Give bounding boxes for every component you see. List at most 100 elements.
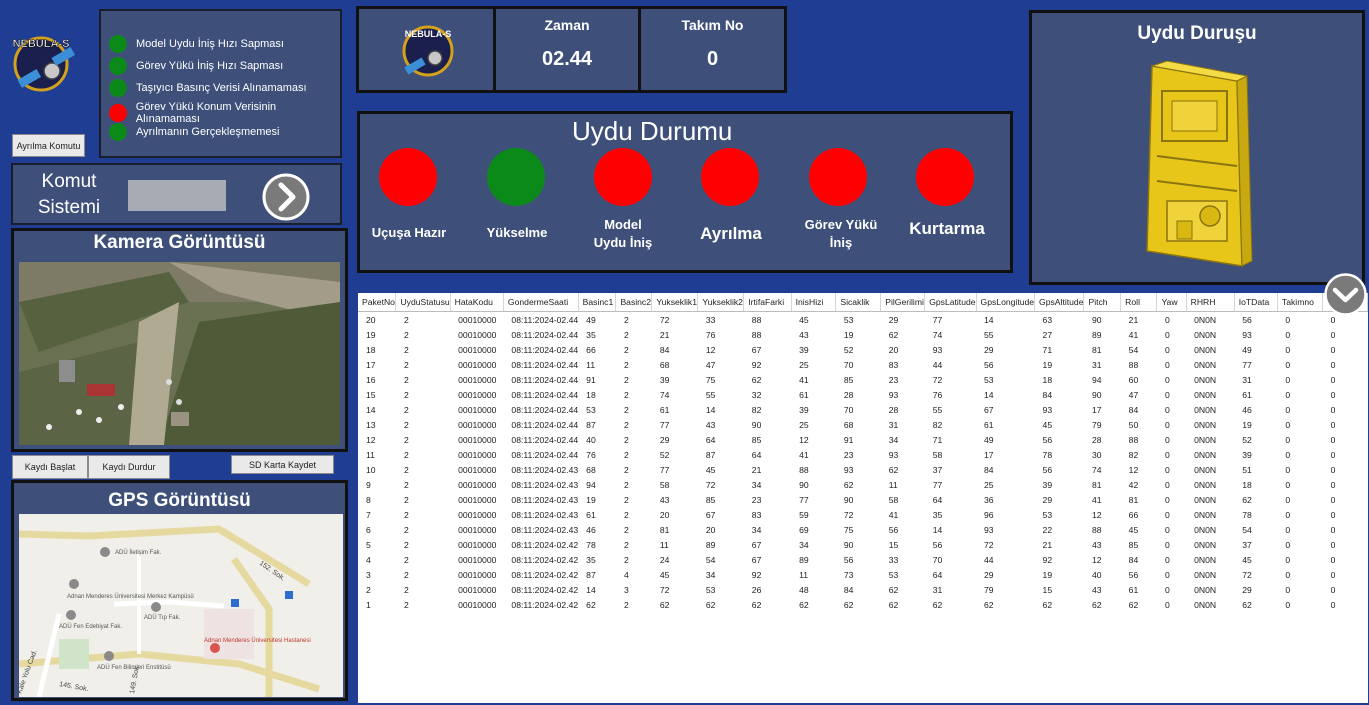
table-cell: 2	[623, 359, 629, 370]
table-cell: 0	[1285, 464, 1291, 475]
table-row[interactable]: 9 2 00010000 08:11:2024-02.43 94 2 58 72 34 90 62 1…	[358, 477, 1368, 492]
kayit-durdur-button[interactable]: Kaydı Durdur	[88, 455, 170, 479]
table-cell: 52	[1242, 434, 1252, 445]
table-row[interactable]: 18 2 00010000 08:11:2024-02.44 66 2 84 12 67 39 52…	[358, 342, 1368, 357]
column-header[interactable]: Sicaklik	[835, 293, 882, 312]
column-header[interactable]: Yaw	[1156, 293, 1187, 312]
table-cell: 0	[1330, 419, 1336, 430]
table-cell: 28	[843, 389, 854, 400]
kamera-panel: Kamera Görüntüsü	[11, 228, 348, 452]
alert-indicator	[109, 104, 127, 122]
table-cell: 0	[1285, 434, 1291, 445]
table-cell: 34	[751, 524, 762, 535]
table-cell: 0	[1164, 419, 1170, 430]
table-row[interactable]: 8 2 00010000 08:11:2024-02.43 19 2 43 85 23 77 90 5…	[358, 492, 1368, 507]
kayit-baslat-button[interactable]: Kaydı Başlat	[12, 455, 88, 479]
table-cell: 00010000	[458, 419, 497, 430]
alert-label: Görev Yükü İniş Hızı Sapması	[136, 60, 284, 72]
column-header[interactable]: Basinc2	[615, 293, 653, 312]
table-cell: 62	[1242, 599, 1252, 610]
table-cell: 11	[888, 479, 898, 490]
table-row[interactable]: 15 2 00010000 08:11:2024-02.44 18 2 74 55 32 61 28…	[358, 387, 1368, 402]
column-header[interactable]: GpsLatitude	[924, 293, 977, 312]
column-header[interactable]: GpsLongitude	[976, 293, 1036, 312]
column-header[interactable]: Basinc1	[578, 293, 617, 312]
table-cell: 00010000	[458, 554, 497, 565]
column-header[interactable]: Yukseklik1	[651, 293, 699, 312]
komut-send-button[interactable]	[262, 173, 310, 221]
table-cell: 0N0N	[1194, 389, 1217, 400]
table-cell: 21	[1042, 539, 1053, 550]
table-cell: 17	[366, 359, 376, 370]
table-row[interactable]: 10 2 00010000 08:11:2024-02.43 68 2 77 45 21 88 93…	[358, 462, 1368, 477]
column-header[interactable]: Yukseklik2	[697, 293, 745, 312]
table-cell: 2	[623, 464, 629, 475]
table-row[interactable]: 4 2 00010000 08:11:2024-02.42 35 2 24 54 67 89 56 3…	[358, 552, 1368, 567]
table-cell: 0	[1285, 569, 1291, 580]
table-row[interactable]: 5 2 00010000 08:11:2024-02.42 78 2 11 89 67 34 90 1…	[358, 537, 1368, 552]
table-cell: 2	[623, 494, 629, 505]
column-header[interactable]: GpsAltitude	[1034, 293, 1085, 312]
table-row[interactable]: 14 2 00010000 08:11:2024-02.44 53 2 61 14 82 39 70…	[358, 402, 1368, 417]
table-cell: 2	[403, 389, 409, 400]
table-cell: 19	[1242, 419, 1252, 430]
table-cell: 77	[659, 419, 670, 430]
table-cell: 17	[984, 449, 994, 460]
table-row[interactable]: 3 2 00010000 08:11:2024-02.42 87 4 45 34 92 11 73 5…	[358, 567, 1368, 582]
column-header[interactable]: PaketNo	[358, 293, 397, 312]
table-cell: 18	[586, 389, 596, 400]
table-cell: 0	[1285, 449, 1291, 460]
table-row[interactable]: 12 2 00010000 08:11:2024-02.44 40 2 29 64 85 12 91…	[358, 432, 1368, 447]
table-cell: 58	[888, 494, 899, 505]
table-cell: 19	[1042, 569, 1053, 580]
ayrilma-komutu-button[interactable]: Ayrılma Komutu	[12, 134, 85, 157]
table-row[interactable]: 6 2 00010000 08:11:2024-02.43 46 2 81 20 34 69 75 5…	[358, 522, 1368, 537]
table-row[interactable]: 11 2 00010000 08:11:2024-02.44 76 2 52 87 64 41 23…	[358, 447, 1368, 462]
table-cell: 70	[843, 404, 854, 415]
table-cell: 2	[403, 584, 409, 595]
table-row[interactable]: 1 2 00010000 08:11:2024-02.42 62 2 62 62 62 62 62 6…	[358, 597, 1368, 612]
table-cell: 11	[586, 359, 596, 370]
column-header[interactable]: IrtifaFarki	[743, 293, 792, 312]
state-indicator-ucusa-hazir	[379, 148, 437, 206]
komut-input[interactable]	[128, 180, 226, 211]
table-row[interactable]: 13 2 00010000 08:11:2024-02.44 87 2 77 43 90 25 68…	[358, 417, 1368, 432]
table-cell: 0	[1164, 434, 1170, 445]
table-cell: 91	[843, 434, 854, 445]
table-cell: 54	[1128, 344, 1139, 355]
column-header[interactable]: GondermeSaati	[503, 293, 579, 312]
table-cell: 91	[586, 374, 596, 385]
table-cell: 7	[366, 509, 371, 520]
table-row[interactable]: 17 2 00010000 08:11:2024-02.44 11 2 68 47 92 25 70…	[358, 357, 1368, 372]
table-cell: 08:11:2024-02.44	[511, 359, 579, 370]
table-cell: 84	[659, 344, 670, 355]
sd-karta-kaydet-button[interactable]: SD Karta Kaydet	[231, 455, 334, 474]
table-row[interactable]: 7 2 00010000 08:11:2024-02.43 61 2 20 67 83 59 72 4…	[358, 507, 1368, 522]
table-cell: 53	[888, 569, 899, 580]
column-header[interactable]: Roll	[1120, 293, 1158, 312]
scroll-down-button[interactable]	[1324, 273, 1367, 316]
table-row[interactable]: 2 2 00010000 08:11:2024-02.42 14 3 72 53 26 48 84 6…	[358, 582, 1368, 597]
column-header[interactable]: InisHizi	[791, 293, 837, 312]
table-cell: 45	[659, 569, 670, 580]
column-header[interactable]: IoTData	[1234, 293, 1278, 312]
table-row[interactable]: 19 2 00010000 08:11:2024-02.44 35 2 21 76 88 43 19…	[358, 327, 1368, 342]
table-cell: 0	[1330, 464, 1336, 475]
table-cell: 84	[984, 464, 994, 475]
column-header[interactable]: PilGerilimi	[880, 293, 926, 312]
column-header[interactable]: Takimno	[1277, 293, 1324, 312]
table-row[interactable]: 20 2 00010000 08:11:2024-02.44 49 2 72 33 88 45 53…	[358, 312, 1368, 328]
column-header[interactable]: UyduStatusu	[395, 293, 451, 312]
table-cell: 82	[751, 404, 762, 415]
table-cell: 2	[403, 314, 409, 325]
table-cell: 35	[586, 329, 596, 340]
table-cell: 8	[366, 494, 371, 505]
table-cell: 2	[623, 524, 629, 535]
column-header[interactable]: HataKodu	[450, 293, 504, 312]
column-header[interactable]: RHRH	[1186, 293, 1235, 312]
table-cell: 84	[1128, 554, 1139, 565]
table-row[interactable]: 16 2 00010000 08:11:2024-02.44 91 2 39 75 62 41 85…	[358, 372, 1368, 387]
table-cell: 29	[984, 569, 994, 580]
column-header[interactable]: Pitch	[1083, 293, 1122, 312]
table-cell: 0	[1330, 554, 1336, 565]
